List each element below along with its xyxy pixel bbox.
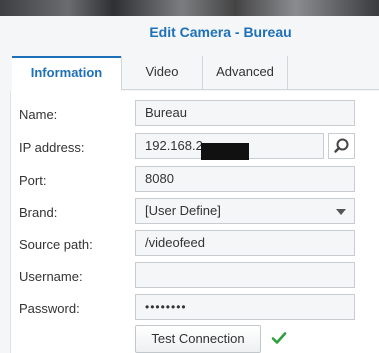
edit-camera-dialog: Edit Camera - Bureau Information Video A…: [0, 16, 379, 353]
port-field[interactable]: 8080: [135, 166, 355, 192]
port-label: Port:: [19, 173, 47, 188]
tab-video[interactable]: Video: [121, 56, 202, 90]
username-field[interactable]: [135, 262, 355, 288]
name-row: Name: Bureau: [11, 100, 379, 128]
tab-bar: Information Video Advanced: [12, 56, 379, 91]
source-path-label: Source path:: [19, 237, 93, 252]
ip-label: IP address:: [19, 140, 85, 155]
username-row: Username:: [11, 262, 379, 290]
chevron-down-icon: [336, 209, 346, 215]
source-path-field[interactable]: /videofeed: [135, 230, 355, 256]
username-label: Username:: [19, 269, 83, 284]
search-button[interactable]: [328, 133, 355, 159]
password-field[interactable]: ••••••••: [135, 294, 355, 320]
ip-value: 192.168.2: [145, 138, 203, 153]
test-row: Test Connection: [11, 325, 379, 353]
name-field[interactable]: Bureau: [135, 100, 355, 126]
ip-row: IP address: 192.168.2: [11, 133, 379, 161]
information-panel: Name: Bureau IP address: 192.168.2 Port:…: [10, 91, 379, 353]
brand-value: [User Define]: [145, 203, 221, 218]
search-icon: [334, 138, 349, 153]
source-path-row: Source path: /videofeed: [11, 230, 379, 258]
dialog-title: Edit Camera - Bureau: [149, 24, 292, 40]
brand-row: Brand: [User Define]: [11, 198, 379, 226]
port-row: Port: 8080: [11, 166, 379, 194]
password-label: Password:: [19, 301, 80, 316]
background-strip: [0, 0, 379, 16]
checkmark-icon: [271, 332, 287, 344]
brand-label: Brand:: [19, 205, 58, 220]
test-connection-button[interactable]: Test Connection: [135, 325, 261, 353]
brand-select[interactable]: [User Define]: [135, 198, 355, 224]
redaction-mask: [201, 143, 249, 160]
tab-advanced[interactable]: Advanced: [202, 56, 288, 90]
password-row: Password: ••••••••: [11, 294, 379, 322]
name-label: Name:: [19, 107, 58, 122]
tab-information[interactable]: Information: [12, 56, 121, 91]
